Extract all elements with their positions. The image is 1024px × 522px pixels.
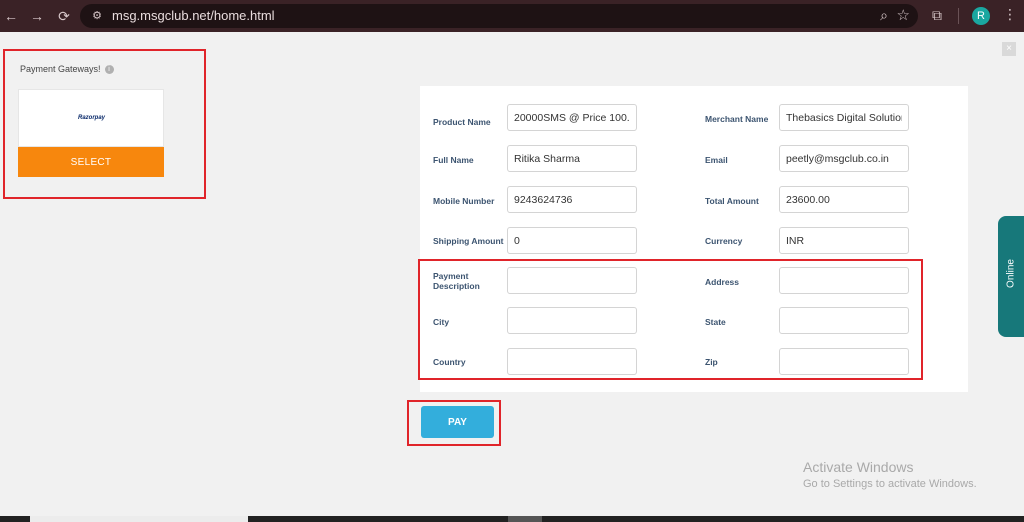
shipping-amount-label: Shipping Amount <box>433 236 504 246</box>
taskbar-search[interactable] <box>30 516 248 522</box>
country-field[interactable] <box>507 348 637 375</box>
payment-description-label: Payment Description <box>433 271 480 291</box>
mobile-number-label: Mobile Number <box>433 196 495 206</box>
country-label: Country <box>433 357 466 367</box>
city-label: City <box>433 317 450 327</box>
online-chat-label: Online <box>1005 259 1017 288</box>
zip-label: Zip <box>705 357 718 367</box>
address-bar-url: msg.msgclub.net/home.html <box>112 8 275 23</box>
info-icon[interactable]: i <box>104 65 114 75</box>
zip-field[interactable] <box>779 348 909 375</box>
total-amount-field[interactable] <box>779 186 909 213</box>
gateway-title-text: Payment Gateways! <box>20 64 101 74</box>
bookmark-star-icon[interactable]: ☆ <box>897 6 910 24</box>
merchant-name-field[interactable] <box>779 104 909 131</box>
email-field[interactable] <box>779 145 909 172</box>
pay-button[interactable]: PAY <box>421 406 494 438</box>
full-name-label: Full Name <box>433 155 474 165</box>
state-label: State <box>705 317 726 327</box>
email-label: Email <box>705 155 728 165</box>
product-name-field[interactable] <box>507 104 637 131</box>
back-icon[interactable]: ← <box>2 7 20 25</box>
toolbar-divider <box>958 8 959 24</box>
select-button[interactable]: SELECT <box>18 147 164 177</box>
address-bar[interactable]: ⚙ msg.msgclub.net/home.html ⌕ ☆ <box>80 4 918 28</box>
activate-windows-title: Activate Windows <box>803 459 914 475</box>
profile-avatar[interactable]: R <box>972 7 990 25</box>
state-field[interactable] <box>779 307 909 334</box>
online-chat-tab[interactable]: Online <box>998 216 1024 337</box>
full-name-field[interactable] <box>507 145 637 172</box>
product-name-label: Product Name <box>433 117 491 127</box>
city-field[interactable] <box>507 307 637 334</box>
address-label: Address <box>705 277 740 287</box>
activate-windows-subtitle: Go to Settings to activate Windows. <box>803 478 977 490</box>
razorpay-logo: Razorpay <box>78 115 106 121</box>
browser-menu-icon[interactable]: ⋮ <box>1003 6 1017 23</box>
currency-label: Currency <box>705 236 743 246</box>
close-icon[interactable]: × <box>1002 42 1016 56</box>
merchant-name-label: Merchant Name <box>705 114 769 124</box>
taskbar-app[interactable] <box>508 516 542 522</box>
currency-field[interactable] <box>779 227 909 254</box>
gateway-title: Payment Gateways! i <box>20 64 114 75</box>
zoom-icon[interactable]: ⌕ <box>880 7 888 24</box>
site-info-icon[interactable]: ⚙ <box>90 9 104 23</box>
browser-toolbar: ← → ⟳ ⚙ msg.msgclub.net/home.html ⌕ ☆ ⧉ … <box>0 0 1024 32</box>
mobile-number-field[interactable] <box>507 186 637 213</box>
shipping-amount-field[interactable] <box>507 227 637 254</box>
forward-icon[interactable]: → <box>28 7 46 25</box>
payment-description-field[interactable] <box>507 267 637 294</box>
address-field[interactable] <box>779 267 909 294</box>
total-amount-label: Total Amount <box>705 196 759 206</box>
taskbar <box>0 516 1024 522</box>
extensions-icon[interactable]: ⧉ <box>932 7 942 24</box>
reload-icon[interactable]: ⟳ <box>55 7 73 25</box>
